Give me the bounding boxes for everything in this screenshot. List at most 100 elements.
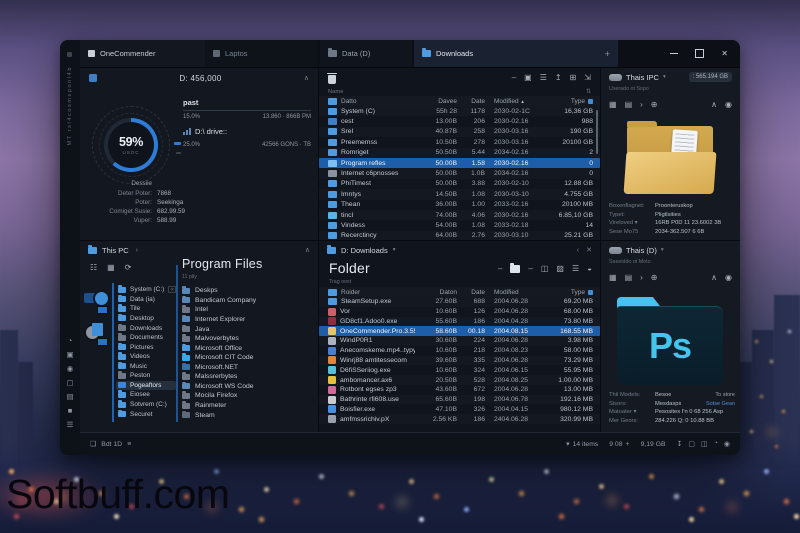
tab-downloads[interactable]: Downloads + — [414, 40, 618, 67]
preview-title[interactable]: Thais (D) — [626, 246, 657, 255]
table-row[interactable]: Boisfier.exe 47.10B 326 2004.04.15 980.1… — [319, 404, 600, 414]
upload-icon[interactable]: ↥ — [555, 73, 562, 83]
tree-item[interactable]: Pogeaftors — [116, 380, 176, 391]
list-item[interactable]: Microsoft CIT Code — [182, 353, 314, 363]
tab-data-d[interactable]: Data (D) — [320, 40, 412, 67]
list-item[interactable]: Rainmeter — [182, 401, 314, 411]
table-row[interactable]: Vindess 54.00B 1.08 2033-02.18 14 — [319, 220, 600, 230]
tree-item[interactable]: Data (ia) — [116, 294, 176, 305]
table-row[interactable]: cest 13.00B 206 2030-02.16 988 — [319, 116, 600, 126]
table-row[interactable]: Preememss 10.50B 278 2030-03.16 20100 GB — [319, 137, 600, 147]
bookmark-icon[interactable]: ❏ — [90, 440, 96, 448]
collapse-icon[interactable]: ∧ — [305, 246, 310, 254]
list-item[interactable]: Malssrerbytes — [182, 372, 314, 382]
pane-divider[interactable] — [176, 265, 178, 422]
document-icon[interactable]: ▤ — [65, 392, 75, 401]
drive-list-item[interactable]: past 15.0% 13.860 · 866B PM — [183, 96, 311, 122]
list-item[interactable]: Microsoft WS Code — [182, 381, 314, 392]
table-row[interactable]: Vor 10.60B 126 2004.06.28 68.00 MB — [319, 307, 600, 317]
header-modified[interactable]: Modified — [485, 289, 541, 296]
list-item[interactable]: Microsoft Office — [182, 343, 314, 353]
list-header-row[interactable]: Roider Daton Date Modified Type — [319, 287, 600, 297]
chevron-down-icon[interactable]: ▾ — [566, 440, 570, 448]
table-row[interactable]: tincl 74.00B 4.06 2030-02.16 6.85,10 GB — [319, 210, 600, 220]
table-row[interactable]: Anecomskeme.mp4..typy! 10.60B 218 2004.0… — [319, 346, 600, 356]
tree-item[interactable]: Securet — [116, 409, 176, 419]
list-view-icon[interactable]: ☰ — [540, 73, 547, 83]
tree-item[interactable]: Videos — [116, 352, 176, 362]
dash-icon[interactable]: – — [512, 73, 516, 83]
tree-item[interactable]: Sotvrem (C:) — [116, 400, 176, 410]
pattern-icon[interactable]: ▨ — [556, 264, 564, 274]
table-row[interactable]: GD8cf1.Adoo0.exe 55.60B 186 2004.04.28 7… — [319, 317, 600, 327]
tree-item[interactable]: Desktop — [116, 313, 176, 324]
list-item[interactable]: Deskps — [182, 286, 314, 296]
header-count[interactable]: Date — [457, 98, 485, 105]
grid-view-icon[interactable]: ⊞ — [570, 73, 577, 83]
chevron-down-icon[interactable]: ▾ — [663, 74, 666, 80]
folder-icon[interactable] — [510, 263, 521, 273]
tab-onecommander[interactable]: OneCommender — [80, 40, 205, 67]
trash-icon[interactable] — [327, 72, 337, 84]
table-row[interactable]: Srel 40.87B 258 2030-03.16 190 GB — [319, 127, 600, 137]
header-type[interactable]: Type — [541, 289, 593, 296]
globe-icon[interactable]: ⊕ — [651, 100, 658, 110]
panel-icon[interactable]: ▤ — [625, 100, 633, 110]
header-size[interactable]: Davee — [415, 98, 457, 105]
monitor-icon[interactable]: ▢ — [65, 378, 75, 387]
tree-item[interactable]: Pictures — [116, 342, 176, 352]
name-column-label[interactable]: Name — [328, 89, 343, 95]
table-row[interactable]: SteamSetup.exe 27.60B 688 2004.06.28 69.… — [319, 297, 600, 307]
download-icon[interactable]: ↧ — [677, 440, 683, 448]
table-row[interactable]: Internet c6pnosses 50.00B 1.0B 2034-02.1… — [319, 168, 600, 178]
list-item[interactable]: Bandicam Company — [182, 295, 314, 306]
store-link[interactable]: Sotse Gean — [706, 400, 735, 409]
globe-icon[interactable]: ⊕ — [651, 273, 658, 283]
collapse-icon[interactable]: ∧ — [304, 74, 309, 82]
new-folder-icon[interactable]: ▣ — [524, 73, 532, 83]
tree-item[interactable]: System (C:) — [116, 285, 176, 295]
list-view-icon[interactable]: ☰ — [572, 264, 579, 274]
pause-icon[interactable]: ◫ — [541, 264, 549, 274]
list-item[interactable]: Microsoft.NET — [182, 362, 314, 373]
table-row[interactable]: amfmssrichiv.pX 2.56 KB 186 2404.06.28 3… — [319, 414, 600, 424]
downloads-tab[interactable]: D: Downloads ▾ ‹ ✕ — [319, 241, 600, 259]
scrollbar[interactable] — [596, 110, 598, 154]
table-row[interactable]: Program refles 50.00B 1.58 2030-02.16 0 — [319, 157, 600, 169]
chevron-down-icon[interactable]: ▾ — [393, 247, 396, 253]
list-item[interactable]: Intel — [182, 305, 314, 315]
table-row[interactable]: Bathrinte rfi608.use 65.60B 198 2004.06.… — [319, 395, 600, 405]
menu-icon[interactable]: ≡ — [127, 441, 131, 448]
header-modified[interactable]: Modified ▲ — [485, 98, 541, 105]
table-row[interactable]: ambomancer.ax6 20.50B 528 2004.08.25 1.0… — [319, 375, 600, 385]
more-icon[interactable]: ◒ — [587, 264, 592, 274]
table-row[interactable]: WindP0R1 30.60B 224 2004.06.28 3.98 MB — [319, 336, 600, 346]
tree-item[interactable]: Eiosee — [116, 390, 176, 400]
table-row[interactable]: Imntys 14.50B 1.08 2030-03-10 4.755 GB — [319, 189, 600, 199]
table-row[interactable]: Winrj88 amtitessecom 39.60B 335 2004.06.… — [319, 356, 600, 366]
list-item[interactable]: Mocila Firefox — [182, 391, 314, 401]
tree-item[interactable]: Music — [116, 361, 176, 372]
back-icon[interactable]: ‹ — [577, 247, 579, 254]
maximize-button[interactable] — [695, 49, 705, 58]
menu-icon[interactable] — [67, 52, 72, 57]
header-count[interactable]: Date — [457, 289, 485, 296]
user-icon[interactable]: ◔ — [65, 336, 75, 345]
list-header-row[interactable]: Datto Davee Date Modified ▲ Type — [319, 96, 600, 106]
header-type[interactable]: Type — [541, 98, 593, 105]
server-icon[interactable]: ☰ — [65, 420, 75, 429]
list-item[interactable]: Internet Explorer — [182, 314, 314, 325]
list-item[interactable]: Malvoverbytes — [182, 334, 314, 344]
user-icon[interactable]: ◔ — [714, 440, 718, 448]
tree-item[interactable]: Peston — [116, 371, 176, 381]
table-row[interactable]: System (C) 55h 28 1178 2030-02-1C 16,36 … — [319, 106, 600, 116]
plus-icon[interactable]: + — [626, 441, 630, 448]
table-row[interactable]: Rotbont egses zp3 43.60B 672 2004.06.28 … — [319, 385, 600, 395]
tree-item[interactable]: Tile — [116, 304, 176, 314]
grid-view-icon[interactable]: ▦ — [609, 100, 617, 110]
table-row[interactable]: PhiTimest 50.00B 3.88 2030-02-10 12.88 G… — [319, 179, 600, 189]
monitor-icon[interactable]: ▢ — [688, 440, 695, 448]
table-row[interactable]: OneCommender.Pro.3.55.4.zip 58.60B 00.18… — [319, 326, 600, 337]
camera-icon[interactable]: ◉ — [724, 440, 730, 448]
chevron-right-icon[interactable]: › — [640, 100, 643, 110]
